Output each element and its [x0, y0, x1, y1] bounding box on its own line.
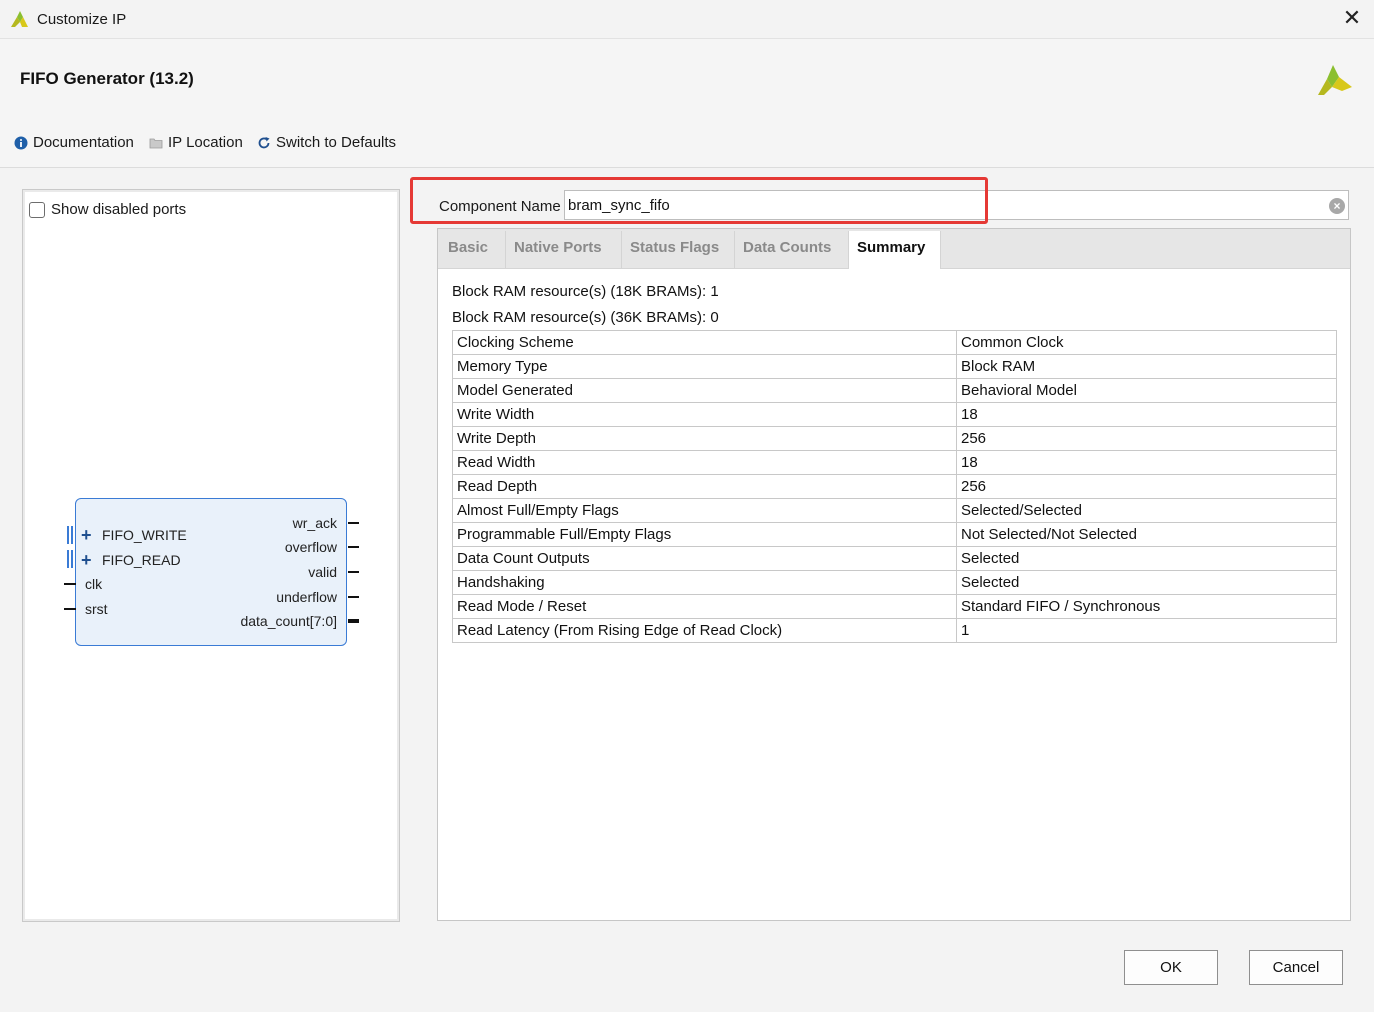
- tab-data-counts[interactable]: Data Counts: [735, 231, 849, 268]
- cancel-button[interactable]: Cancel: [1249, 950, 1343, 985]
- table-row: Almost Full/Empty Flags Selected/Selected: [452, 498, 1337, 523]
- folder-icon: [149, 138, 163, 148]
- title-bar: Customize IP ✕: [0, 0, 1374, 38]
- summary-value: 18: [956, 450, 1337, 475]
- summary-value: 1: [956, 618, 1337, 643]
- bus-pin-fifo-read-a: [67, 550, 69, 568]
- port-fifo-read: FIFO_READ: [102, 552, 181, 568]
- config-tabs-panel: Basic Native Ports Status Flags Data Cou…: [437, 228, 1351, 921]
- pin-clk: [64, 583, 76, 585]
- pin-data-count: [348, 619, 359, 623]
- ip-symbol-panel: Show disabled ports + FIFO_WRITE + FIFO_…: [22, 189, 400, 922]
- table-row: Read Latency (From Rising Edge of Read C…: [452, 618, 1337, 643]
- ip-location-label: IP Location: [168, 134, 243, 151]
- table-row: Clocking Scheme Common Clock: [452, 330, 1337, 355]
- summary-property: Model Generated: [452, 378, 957, 403]
- refresh-icon: [258, 136, 270, 148]
- summary-property: Clocking Scheme: [452, 330, 957, 355]
- pin-valid: [348, 571, 359, 573]
- summary-property: Write Depth: [452, 426, 957, 451]
- bram-36k-resources: Block RAM resource(s) (36K BRAMs): 0: [452, 309, 719, 326]
- tab-native-ports[interactable]: Native Ports: [506, 231, 622, 268]
- table-row: Read Width 18: [452, 450, 1337, 475]
- switch-to-defaults-button[interactable]: Switch to Defaults: [257, 134, 396, 151]
- show-disabled-ports-toggle[interactable]: Show disabled ports: [29, 201, 186, 218]
- summary-value: Standard FIFO / Synchronous: [956, 594, 1337, 619]
- ip-symbol-block: + FIFO_WRITE + FIFO_READ clk srst wr_ack…: [64, 498, 359, 646]
- page-title: FIFO Generator (13.2): [20, 69, 194, 88]
- documentation-button[interactable]: Documentation: [14, 134, 134, 151]
- show-disabled-ports-checkbox[interactable]: [29, 201, 45, 218]
- bram-18k-resources: Block RAM resource(s) (18K BRAMs): 1: [452, 283, 719, 300]
- clear-icon[interactable]: ×: [1329, 198, 1345, 214]
- close-icon[interactable]: ✕: [1340, 6, 1364, 30]
- summary-value: Selected: [956, 570, 1337, 595]
- tab-basic[interactable]: Basic: [440, 231, 506, 268]
- summary-value: Selected/Selected: [956, 498, 1337, 523]
- bus-pin-fifo-write-b: [71, 526, 73, 544]
- header: FIFO Generator (13.2) Documentation IP L…: [0, 38, 1374, 168]
- app-logo-icon: [11, 11, 28, 27]
- pin-underflow: [348, 596, 359, 598]
- port-clk: clk: [85, 576, 103, 592]
- summary-property: Read Latency (From Rising Edge of Read C…: [452, 618, 957, 643]
- summary-value: 18: [956, 402, 1337, 427]
- window-title: Customize IP: [37, 11, 127, 28]
- port-fifo-write: FIFO_WRITE: [102, 527, 187, 543]
- summary-property: Handshaking: [452, 570, 957, 595]
- show-disabled-ports-label: Show disabled ports: [51, 201, 187, 218]
- summary-value: Behavioral Model: [956, 378, 1337, 403]
- port-srst: srst: [85, 601, 108, 617]
- port-wr-ack: wr_ack: [292, 515, 337, 531]
- tab-status-flags[interactable]: Status Flags: [622, 231, 735, 268]
- table-row: Handshaking Selected: [452, 570, 1337, 595]
- summary-value: Selected: [956, 546, 1337, 571]
- expand-fifo-write-icon[interactable]: +: [81, 525, 92, 546]
- table-row: Memory Type Block RAM: [452, 354, 1337, 379]
- table-row: Read Depth 256: [452, 474, 1337, 499]
- summary-property: Almost Full/Empty Flags: [452, 498, 957, 523]
- table-row: Write Width 18: [452, 402, 1337, 427]
- documentation-label: Documentation: [33, 134, 134, 151]
- bus-pin-fifo-read-b: [71, 550, 73, 568]
- table-row: Data Count Outputs Selected: [452, 546, 1337, 571]
- summary-value: 256: [956, 474, 1337, 499]
- summary-property: Read Width: [452, 450, 957, 475]
- tab-strip: Basic Native Ports Status Flags Data Cou…: [438, 229, 1350, 269]
- port-underflow: underflow: [276, 589, 337, 605]
- expand-fifo-read-icon[interactable]: +: [81, 550, 92, 571]
- bus-pin-fifo-write-a: [67, 526, 69, 544]
- table-row: Model Generated Behavioral Model: [452, 378, 1337, 403]
- summary-property: Read Depth: [452, 474, 957, 499]
- summary-property: Memory Type: [452, 354, 957, 379]
- summary-table: Clocking Scheme Common Clock Memory Type Bl…: [452, 330, 1337, 643]
- summary-property: Data Count Outputs: [452, 546, 957, 571]
- pin-srst: [64, 608, 76, 610]
- port-overflow: overflow: [284, 539, 337, 555]
- summary-property: Read Mode / Reset: [452, 594, 957, 619]
- table-row: Read Mode / Reset Standard FIFO / Synchro…: [452, 594, 1337, 619]
- pin-overflow: [348, 546, 359, 548]
- table-row: Programmable Full/Empty Flags Not Selecte…: [452, 522, 1337, 547]
- brand-logo-icon: [1318, 65, 1352, 95]
- switch-to-defaults-label: Switch to Defaults: [276, 134, 397, 151]
- summary-value: Block RAM: [956, 354, 1337, 379]
- ok-button[interactable]: OK: [1124, 950, 1218, 985]
- summary-value: Common Clock: [956, 330, 1337, 355]
- port-data-count: data_count[7:0]: [240, 613, 337, 629]
- summary-value: Not Selected/Not Selected: [956, 522, 1337, 547]
- pin-wr-ack: [348, 522, 359, 524]
- tab-summary[interactable]: Summary: [849, 231, 941, 269]
- summary-property: Write Width: [452, 402, 957, 427]
- port-valid: valid: [308, 564, 337, 580]
- info-icon: [14, 136, 28, 149]
- ip-location-button[interactable]: IP Location: [149, 134, 243, 151]
- highlight-annotation: [410, 177, 988, 224]
- summary-value: 256: [956, 426, 1337, 451]
- summary-property: Programmable Full/Empty Flags: [452, 522, 957, 547]
- table-row: Write Depth 256: [452, 426, 1337, 451]
